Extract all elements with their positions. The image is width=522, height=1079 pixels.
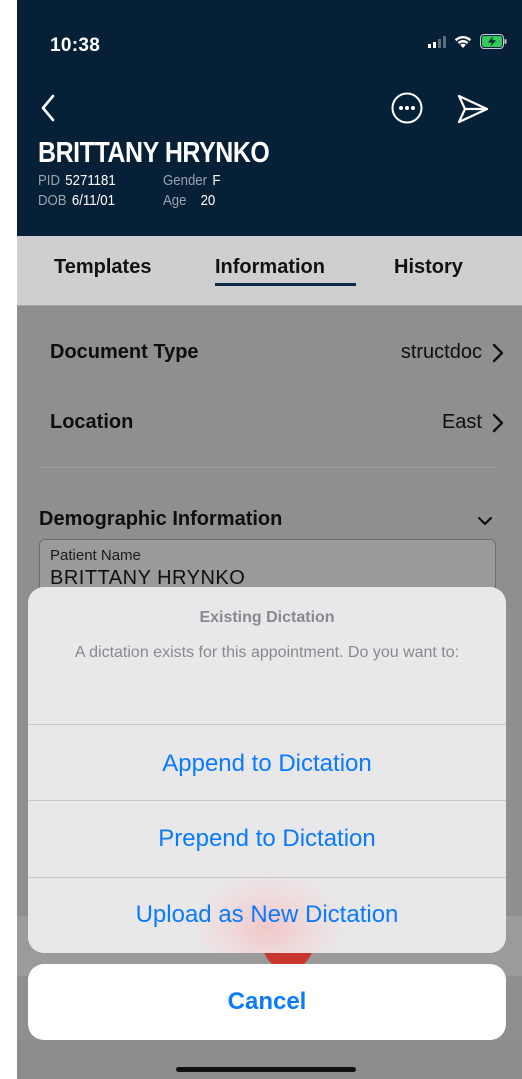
back-chevron-icon[interactable] [37,92,63,124]
tab-bar: Templates Information History [17,236,522,306]
status-time: 10:38 [50,35,101,56]
location-value[interactable]: East [442,411,482,434]
action-sheet-message: A dictation exists for this appointment.… [74,644,460,661]
home-indicator [176,1067,356,1072]
cancel-button[interactable]: Cancel [28,964,506,1040]
status-icons [428,34,508,49]
age-row: Age 20 [163,192,215,209]
send-icon[interactable] [456,92,490,126]
chevron-right-icon[interactable] [491,413,505,433]
battery-charging-icon [480,34,507,49]
gender-label: Gender [163,172,208,189]
tab-selected-indicator [215,283,356,286]
chevron-down-icon[interactable] [476,515,494,527]
patient-name: BRITTANY HRYNKO [38,137,270,169]
gender-value: F [212,172,221,189]
action-sheet-title: Existing Dictation [199,609,335,626]
action-sheet-divider [28,724,506,725]
chevron-right-icon[interactable] [491,343,505,363]
existing-dictation-action-sheet: Existing Dictation A dictation exists fo… [28,587,506,953]
document-type-value[interactable]: structdoc [401,341,482,364]
tab-information[interactable]: Information [215,256,325,279]
pid-value: 5271181 [65,172,116,189]
prepend-to-dictation-button[interactable]: Prepend to Dictation [28,801,506,877]
dob-value: 6/11/01 [71,192,115,209]
more-options-icon[interactable] [390,91,424,125]
upload-as-new-dictation-button[interactable]: Upload as New Dictation [28,877,506,953]
patient-header: 10:38 BRITTANY HRYNKO PID 5271181 Gender… [17,0,522,236]
bottom-area [17,1040,522,1079]
append-to-dictation-button[interactable]: Append to Dictation [28,726,506,802]
tab-history[interactable]: History [394,256,463,279]
gender-row: Gender F [163,172,220,189]
dob-label: DOB [38,192,67,209]
section-divider [39,467,497,468]
tab-templates[interactable]: Templates [54,256,151,279]
document-type-label: Document Type [50,341,199,363]
pid-label: PID [38,172,61,189]
pid-row: PID 5271181 [38,172,116,189]
location-label: Location [50,411,134,433]
wifi-icon [454,36,472,48]
age-label: Age [163,192,187,209]
dob-row: DOB 6/11/01 [38,192,115,209]
app-screen: 10:38 BRITTANY HRYNKO PID 5271181 Gender… [17,0,522,1079]
demographic-section-title: Demographic Information [39,508,283,530]
age-value: 20 [200,192,216,209]
cellular-signal-icon [428,35,446,48]
patient-name-field-label: Patient Name [50,547,141,564]
